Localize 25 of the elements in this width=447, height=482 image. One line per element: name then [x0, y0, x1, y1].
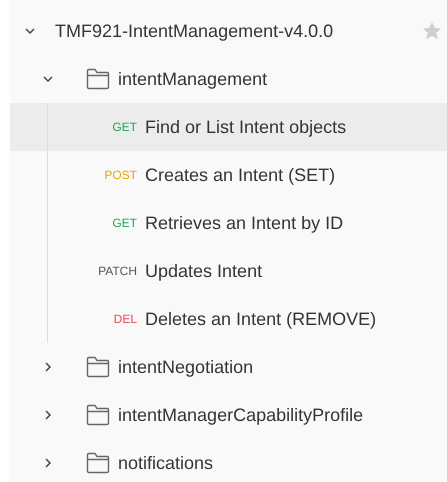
request-item[interactable]: DEL Deletes an Intent (REMOVE) [10, 295, 447, 343]
request-name: Creates an Intent (SET) [145, 164, 336, 186]
method-label: PATCH [97, 264, 137, 278]
folder-name[interactable]: intentNegotiation [118, 356, 254, 378]
request-item[interactable]: POST Creates an Intent (SET) [10, 151, 447, 199]
star-icon[interactable] [421, 20, 443, 42]
request-item[interactable]: PATCH Updates Intent [10, 247, 447, 295]
folder-icon [86, 356, 110, 378]
request-name: Updates Intent [145, 260, 262, 282]
folder-icon [86, 452, 110, 474]
folder-name[interactable]: notifications [118, 452, 214, 474]
method-label: DEL [112, 312, 137, 326]
collection-name[interactable]: TMF921-IntentManagement-v4.0.0 [55, 20, 334, 42]
method-label: POST [103, 168, 137, 182]
method-label: GET [111, 216, 137, 230]
request-name: Retrieves an Intent by ID [145, 212, 344, 234]
request-item[interactable]: GET Find or List Intent objects [10, 103, 447, 151]
request-item[interactable]: GET Retrieves an Intent by ID [10, 199, 447, 247]
folder-name[interactable]: intentManagement [118, 68, 268, 90]
folder-name[interactable]: intentManagerCapabilityProfile [118, 404, 364, 426]
method-label: GET [111, 120, 137, 134]
request-name: Deletes an Intent (REMOVE) [145, 308, 376, 330]
folder-icon [86, 68, 110, 90]
request-name: Find or List Intent objects [145, 116, 346, 138]
folder-icon [86, 404, 110, 426]
